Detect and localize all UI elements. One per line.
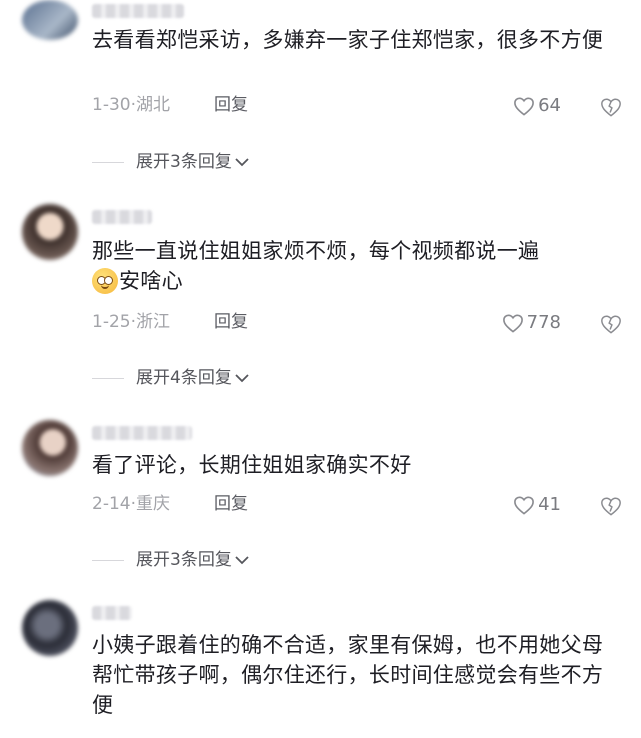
chevron-down-icon bbox=[235, 556, 249, 565]
comment-time: 2-14 bbox=[92, 494, 131, 514]
comment-text: 看了评论，长期住姐姐家确实不好 bbox=[92, 453, 412, 477]
comment-region: 重庆 bbox=[136, 494, 170, 514]
comment-meta: 1-30·湖北 bbox=[92, 93, 170, 117]
like-button[interactable]: 64 bbox=[513, 94, 561, 118]
expand-replies-button[interactable]: 展开4条回复 bbox=[92, 366, 250, 390]
expand-replies-button[interactable]: 展开3条回复 bbox=[92, 150, 250, 174]
like-button[interactable]: 41 bbox=[513, 493, 561, 517]
comment-text: 那些一直说住姐姐家烦不烦，每个视频都说一遍 安啥心 bbox=[92, 236, 622, 296]
comment-item: 那些一直说住姐姐家烦不烦，每个视频都说一遍 安啥心 1-25·浙江 回复 778… bbox=[0, 198, 641, 398]
comment-item: 去看看郑恺采访，多嫌弃一家子住郑恺家，很多不方便 1-30·湖北 回复 64 展… bbox=[0, 0, 641, 190]
comment-meta: 2-14·重庆 bbox=[92, 492, 170, 516]
like-count: 778 bbox=[526, 312, 561, 333]
reply-button[interactable]: 回复 bbox=[214, 310, 248, 334]
comment-text: 小姨子跟着住的确不合适，家里有保姆，也不用她父母帮忙带孩子啊，偶尔住还行，长时间… bbox=[92, 633, 604, 717]
broken-heart-icon[interactable] bbox=[600, 313, 622, 335]
avatar[interactable] bbox=[22, 0, 78, 40]
comment-region: 湖北 bbox=[136, 95, 170, 115]
comment-text: 去看看郑恺采访，多嫌弃一家子住郑恺家，很多不方便 bbox=[92, 28, 604, 52]
reply-button[interactable]: 回复 bbox=[214, 492, 248, 516]
avatar[interactable] bbox=[22, 600, 78, 656]
reply-button[interactable]: 回复 bbox=[214, 93, 248, 117]
like-count: 41 bbox=[538, 494, 561, 515]
smiling-face-emoji bbox=[92, 268, 118, 294]
comment-time: 1-30 bbox=[92, 95, 131, 115]
heart-outline-icon bbox=[502, 314, 523, 333]
expand-replies-button[interactable]: 展开3条回复 bbox=[92, 548, 250, 572]
broken-heart-icon[interactable] bbox=[600, 96, 622, 118]
expand-label: 展开3条回复 bbox=[136, 550, 232, 570]
avatar[interactable] bbox=[22, 204, 78, 260]
like-count: 64 bbox=[538, 95, 561, 116]
heart-outline-icon bbox=[514, 496, 535, 515]
comment-meta: 1-25·浙江 bbox=[92, 310, 170, 334]
heart-outline-icon bbox=[514, 97, 535, 116]
comment-text-tail: 安啥心 bbox=[119, 269, 183, 293]
comment-text-main: 那些一直说住姐姐家烦不烦，每个视频都说一遍 bbox=[92, 239, 540, 263]
expand-label: 展开4条回复 bbox=[136, 368, 232, 388]
comment-time: 1-25 bbox=[92, 312, 131, 332]
comment-region: 浙江 bbox=[136, 312, 170, 332]
username-blurred[interactable] bbox=[92, 426, 192, 440]
comment-item: 小姨子跟着住的确不合适，家里有保姆，也不用她父母帮忙带孩子啊，偶尔住还行，长时间… bbox=[0, 596, 641, 738]
username-blurred[interactable] bbox=[92, 210, 152, 224]
divider-dash bbox=[92, 559, 124, 561]
chevron-down-icon bbox=[235, 158, 249, 167]
divider-dash bbox=[92, 161, 124, 163]
avatar[interactable] bbox=[22, 420, 78, 476]
like-button[interactable]: 778 bbox=[502, 311, 561, 335]
expand-label: 展开3条回复 bbox=[136, 152, 232, 172]
chevron-down-icon bbox=[235, 374, 249, 383]
username-blurred[interactable] bbox=[92, 4, 184, 18]
username-blurred[interactable] bbox=[92, 606, 132, 620]
comment-item: 看了评论，长期住姐姐家确实不好 2-14·重庆 回复 41 展开3条回复 bbox=[0, 412, 641, 582]
broken-heart-icon[interactable] bbox=[600, 495, 622, 517]
divider-dash bbox=[92, 377, 124, 379]
